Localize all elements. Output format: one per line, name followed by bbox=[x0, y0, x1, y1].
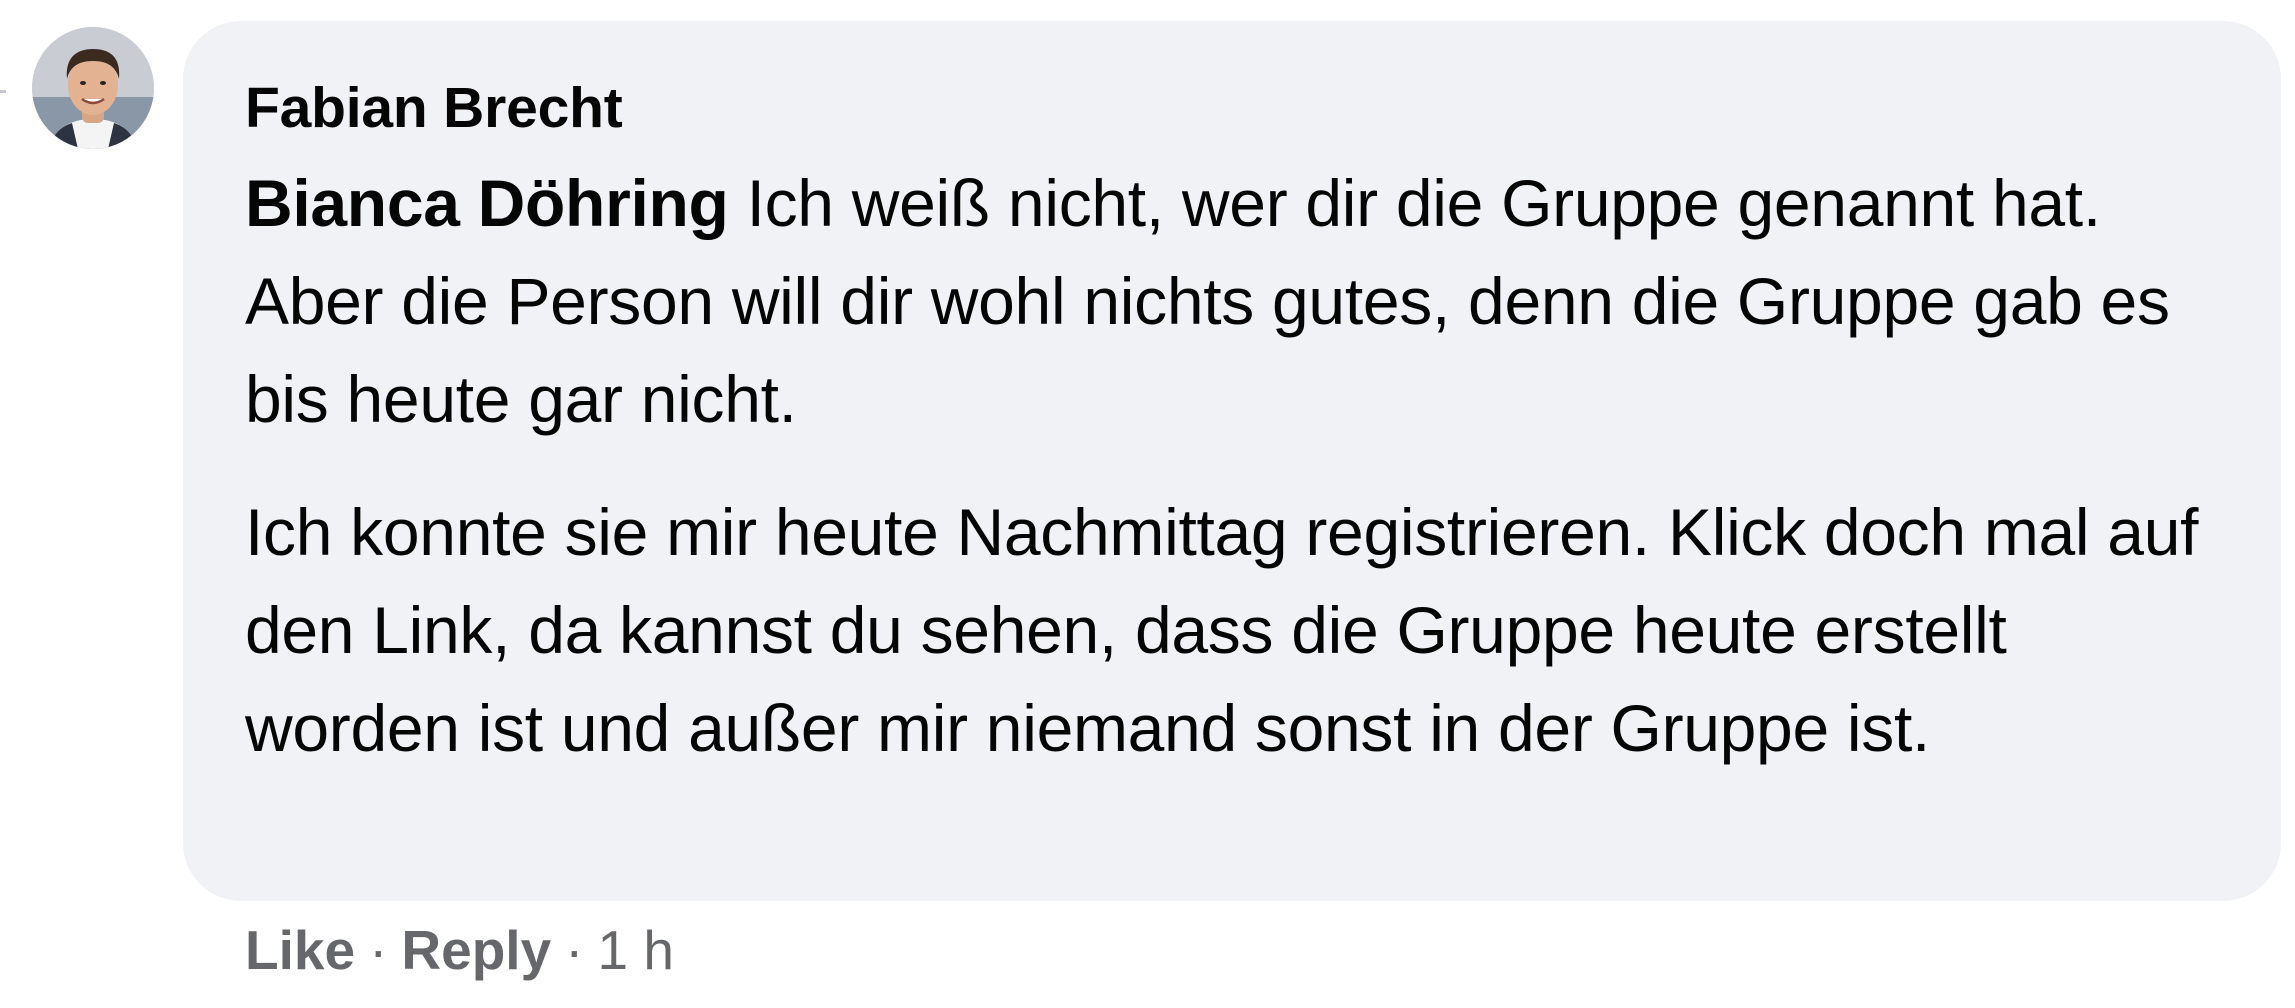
like-button[interactable]: Like bbox=[245, 918, 355, 982]
avatar[interactable] bbox=[32, 27, 154, 149]
comment-bubble: Fabian Brecht Bianca Döhring Ich weiß ni… bbox=[183, 21, 2281, 901]
comment-author[interactable]: Fabian Brecht bbox=[245, 68, 2221, 148]
action-separator: · bbox=[369, 919, 388, 981]
action-separator: · bbox=[565, 919, 584, 981]
comment-paragraph-2: Ich konnte sie mir heute Nachmittag regi… bbox=[245, 495, 2199, 765]
comment-timestamp[interactable]: 1 h bbox=[598, 918, 674, 982]
comment: Fabian Brecht Bianca Döhring Ich weiß ni… bbox=[0, 0, 2295, 1008]
comment-paragraph-1: Bianca Döhring Ich weiß nicht, wer dir d… bbox=[245, 154, 2221, 448]
mention-link[interactable]: Bianca Döhring bbox=[245, 166, 729, 240]
avatar-photo-icon bbox=[32, 27, 154, 149]
reply-button[interactable]: Reply bbox=[401, 918, 551, 982]
comment-actions: Like · Reply · 1 h bbox=[245, 910, 674, 990]
thread-line bbox=[0, 90, 6, 93]
